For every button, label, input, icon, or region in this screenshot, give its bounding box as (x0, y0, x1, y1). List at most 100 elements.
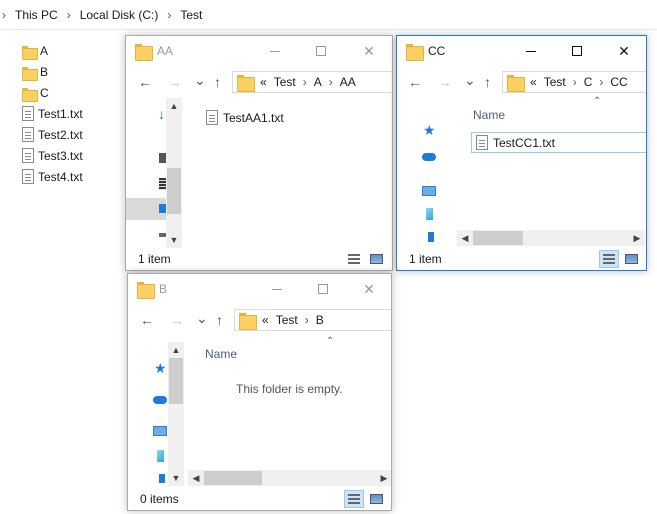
nav-item-selected[interactable] (126, 198, 166, 220)
column-header-name[interactable]: Name (473, 108, 505, 122)
address-overflow[interactable]: « (530, 75, 537, 89)
forward-button[interactable]: → (438, 74, 452, 90)
forward-button[interactable]: → (170, 312, 184, 328)
breadcrumb-test[interactable]: Test (180, 8, 202, 22)
address-segment[interactable]: C (584, 75, 593, 89)
maximize-button[interactable] (554, 36, 600, 66)
back-button[interactable]: ← (138, 74, 152, 90)
large-icons-view-button[interactable] (621, 250, 641, 268)
up-button[interactable]: ↑ (216, 312, 223, 328)
explorer-window-aa[interactable]: AA ✕ ← → ⌄ ↑ « Test › A › AA ↓ ▲ ▼ TestA… (125, 35, 393, 271)
3d-objects-icon[interactable] (426, 208, 433, 220)
maximize-button[interactable] (300, 274, 346, 304)
list-item[interactable]: Test2.txt (22, 124, 83, 145)
file-item[interactable]: TestAA1.txt (202, 108, 288, 127)
documents-icon[interactable] (159, 153, 166, 163)
back-button[interactable]: ← (140, 312, 154, 328)
list-item[interactable]: B (22, 61, 83, 82)
address-segment[interactable]: A (314, 75, 322, 89)
onedrive-icon[interactable] (153, 396, 167, 404)
scroll-left-arrow[interactable]: ◀ (188, 470, 204, 486)
breadcrumb-this-pc[interactable]: This PC (15, 8, 58, 22)
title-bar[interactable]: B ✕ (128, 274, 391, 304)
minimize-button[interactable] (252, 36, 298, 66)
chevron-right-icon[interactable]: › (329, 75, 333, 89)
address-segment[interactable]: B (316, 313, 324, 327)
list-item[interactable]: Test1.txt (22, 103, 83, 124)
minimize-button[interactable] (508, 36, 554, 66)
this-pc-icon[interactable] (422, 186, 436, 196)
maximize-button[interactable] (298, 36, 344, 66)
quick-access-star-icon[interactable]: ★ (154, 360, 168, 376)
film-icon[interactable] (159, 178, 166, 190)
list-item[interactable]: A (22, 40, 83, 61)
desktop-icon[interactable] (428, 232, 434, 242)
address-segment[interactable]: Test (274, 75, 296, 89)
up-button[interactable]: ↑ (214, 74, 221, 90)
large-icons-view-button[interactable] (366, 490, 386, 508)
chevron-right-icon[interactable]: › (67, 8, 71, 22)
recent-locations-button[interactable]: ⌄ (194, 72, 206, 89)
horizontal-scrollbar[interactable]: ◀ ▶ (188, 470, 391, 486)
chevron-right-icon[interactable]: › (305, 313, 309, 327)
up-button[interactable]: ↑ (484, 74, 491, 90)
list-item[interactable]: Test4.txt (22, 166, 83, 187)
forward-button[interactable]: → (168, 74, 182, 90)
title-bar[interactable]: AA ✕ (126, 36, 392, 66)
scroll-thumb[interactable] (204, 471, 262, 485)
details-view-button[interactable] (599, 250, 619, 268)
list-item[interactable]: C (22, 82, 83, 103)
close-button[interactable]: ✕ (346, 36, 392, 66)
address-segment[interactable]: Test (276, 313, 298, 327)
breadcrumb-local-disk[interactable]: Local Disk (C:) (80, 8, 159, 22)
large-icons-view-button[interactable] (366, 250, 386, 268)
explorer-window-b[interactable]: B ✕ ← → ⌄ ↑ « Test › B ★ ▲ ▼ Name ⌃ This… (127, 273, 392, 511)
desktop-icon[interactable] (159, 474, 165, 483)
chevron-right-icon[interactable]: › (599, 75, 603, 89)
address-bar[interactable]: « Test › B (234, 309, 391, 331)
minimize-button[interactable] (254, 274, 300, 304)
address-bar[interactable]: « Test › C › CC (502, 71, 646, 93)
scroll-down-arrow[interactable]: ▼ (166, 235, 182, 245)
back-button[interactable]: ← (408, 74, 422, 90)
close-button[interactable]: ✕ (346, 274, 391, 304)
nav-vertical-scrollbar[interactable]: ▲ ▼ (166, 98, 182, 248)
file-item[interactable]: TestCC1.txt (471, 132, 646, 153)
scroll-thumb[interactable] (167, 168, 181, 214)
scroll-right-arrow[interactable]: ▶ (629, 230, 645, 246)
background-address-bar[interactable]: › This PC › Local Disk (C:) › Test (0, 0, 657, 30)
scroll-up-arrow[interactable]: ▲ (168, 345, 184, 355)
address-bar[interactable]: « Test › A › AA (232, 71, 392, 93)
scroll-left-arrow[interactable]: ◀ (457, 230, 473, 246)
address-overflow[interactable]: « (260, 75, 267, 89)
close-button[interactable]: ✕ (601, 36, 646, 66)
scroll-thumb[interactable] (473, 231, 523, 245)
address-segment[interactable]: Test (544, 75, 566, 89)
horizontal-scrollbar[interactable]: ◀ ▶ (457, 230, 645, 246)
nav-vertical-scrollbar[interactable]: ▲ ▼ (168, 342, 184, 486)
explorer-window-cc[interactable]: CC ✕ ← → ⌄ ↑ « Test › C › CC ★ Name ⌃ Te… (396, 35, 647, 271)
chevron-right-icon[interactable]: › (573, 75, 577, 89)
scroll-down-arrow[interactable]: ▼ (168, 473, 184, 483)
folder-icon (507, 74, 525, 92)
drive-icon[interactable] (159, 233, 166, 237)
scroll-thumb[interactable] (169, 358, 183, 404)
recent-locations-button[interactable]: ⌄ (196, 310, 208, 327)
recent-locations-button[interactable]: ⌄ (464, 72, 476, 89)
scroll-up-arrow[interactable]: ▲ (166, 101, 182, 111)
details-view-button[interactable] (344, 490, 364, 508)
address-segment[interactable]: CC (610, 75, 627, 89)
chevron-right-icon[interactable]: › (303, 75, 307, 89)
scroll-right-arrow[interactable]: ▶ (376, 470, 391, 486)
quick-access-star-icon[interactable]: ★ (423, 122, 437, 138)
3d-objects-icon[interactable] (157, 450, 164, 462)
address-overflow[interactable]: « (262, 313, 269, 327)
title-bar[interactable]: CC ✕ (397, 36, 646, 66)
list-item[interactable]: Test3.txt (22, 145, 83, 166)
chevron-right-icon[interactable]: › (167, 8, 171, 22)
address-segment[interactable]: AA (340, 75, 356, 89)
this-pc-icon[interactable] (153, 426, 167, 436)
onedrive-icon[interactable] (422, 153, 436, 161)
details-view-button[interactable] (344, 250, 364, 268)
column-header-name[interactable]: Name (205, 347, 237, 361)
